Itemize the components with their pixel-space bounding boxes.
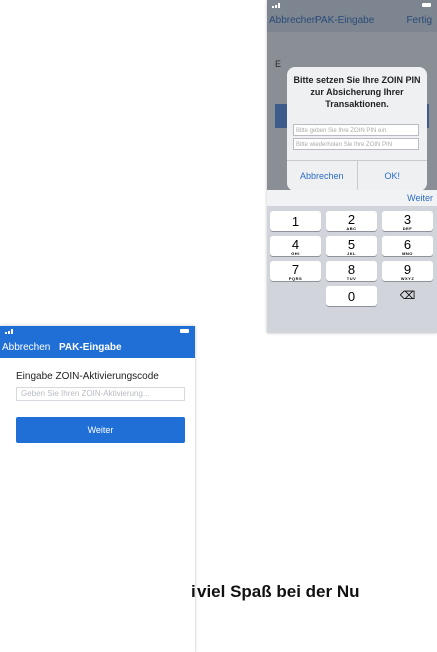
dialog-buttons: Abbrechen OK! bbox=[287, 160, 427, 191]
pin-input[interactable]: Bitte geben Sie Ihre ZOIN PIN ein bbox=[293, 124, 419, 136]
pin-dialog: Bitte setzen Sie Ihre ZOIN PIN zur Absic… bbox=[287, 67, 427, 191]
cancel-nav-button[interactable]: Abbrechen bbox=[269, 15, 317, 26]
key-1[interactable]: 1 bbox=[270, 211, 321, 231]
key-9[interactable]: 9 WXYZ bbox=[382, 261, 433, 281]
activation-code-label: Eingabe ZOIN-Aktivierungscode bbox=[16, 371, 159, 382]
key-6[interactable]: 6 MNO bbox=[382, 236, 433, 256]
key-empty bbox=[270, 286, 321, 306]
dimmed-content: E Bitte setzen Sie Ihre ZOIN PIN zur Abs… bbox=[267, 32, 437, 191]
done-nav-button[interactable]: Fertig bbox=[406, 15, 432, 26]
key-4[interactable]: 4 GHI bbox=[270, 236, 321, 256]
delete-key-icon[interactable]: ⌫ bbox=[382, 286, 433, 306]
battery-icon bbox=[180, 329, 189, 333]
key-3[interactable]: 3 DEF bbox=[382, 211, 433, 231]
pin-repeat-input[interactable]: Bitte wiederholen Sie Ihre ZOIN PIN bbox=[293, 138, 419, 150]
caption-fragment-right: viel Spaß bei der Nu bbox=[197, 582, 360, 601]
pin-setup-screen: Abbrechen PAK-Eingabe Fertig E Bitte set… bbox=[267, 0, 437, 333]
key-0[interactable]: 0 bbox=[326, 286, 377, 306]
keyboard-accessory-bar: Weiter bbox=[267, 190, 437, 206]
next-button[interactable]: Weiter bbox=[16, 417, 185, 443]
cancel-nav-button[interactable]: Abbrechen bbox=[2, 342, 50, 353]
nav-title: PAK-Eingabe bbox=[315, 15, 375, 26]
caption-fragment-left: i bbox=[191, 582, 196, 601]
dialog-ok-button[interactable]: OK! bbox=[358, 161, 428, 191]
key-5[interactable]: 5 JKL bbox=[326, 236, 377, 256]
pak-entry-screen: Abbrechen PAK-Eingabe Eingabe ZOIN-Aktiv… bbox=[0, 326, 195, 652]
battery-icon bbox=[422, 3, 431, 7]
nav-bar: Abbrechen PAK-Eingabe bbox=[0, 326, 195, 358]
nav-title: PAK-Eingabe bbox=[59, 342, 122, 353]
dialog-message: Bitte setzen Sie Ihre ZOIN PIN zur Absic… bbox=[293, 75, 421, 109]
dialog-cancel-button[interactable]: Abbrechen bbox=[287, 161, 358, 191]
key-7[interactable]: 7 PQRS bbox=[270, 261, 321, 281]
background-label: E bbox=[275, 59, 282, 69]
signal-icon bbox=[272, 3, 281, 8]
numeric-keypad: 1 2 ABC 3 DEF 4 GHI 5 JKL 6 MNO 7 PQRS 8 TUV 9W… bbox=[267, 206, 437, 333]
nav-bar: Abbrechen PAK-Eingabe Fertig bbox=[267, 10, 437, 32]
signal-icon bbox=[5, 329, 14, 334]
status-bar bbox=[0, 326, 195, 336]
activation-code-input[interactable]: Geben Sie Ihren ZOIN-Aktivierung... bbox=[16, 387, 185, 401]
key-2[interactable]: 2 ABC bbox=[326, 211, 377, 231]
next-button[interactable]: Weiter bbox=[407, 193, 433, 203]
key-8[interactable]: 8 TUV bbox=[326, 261, 377, 281]
status-bar bbox=[267, 0, 437, 10]
